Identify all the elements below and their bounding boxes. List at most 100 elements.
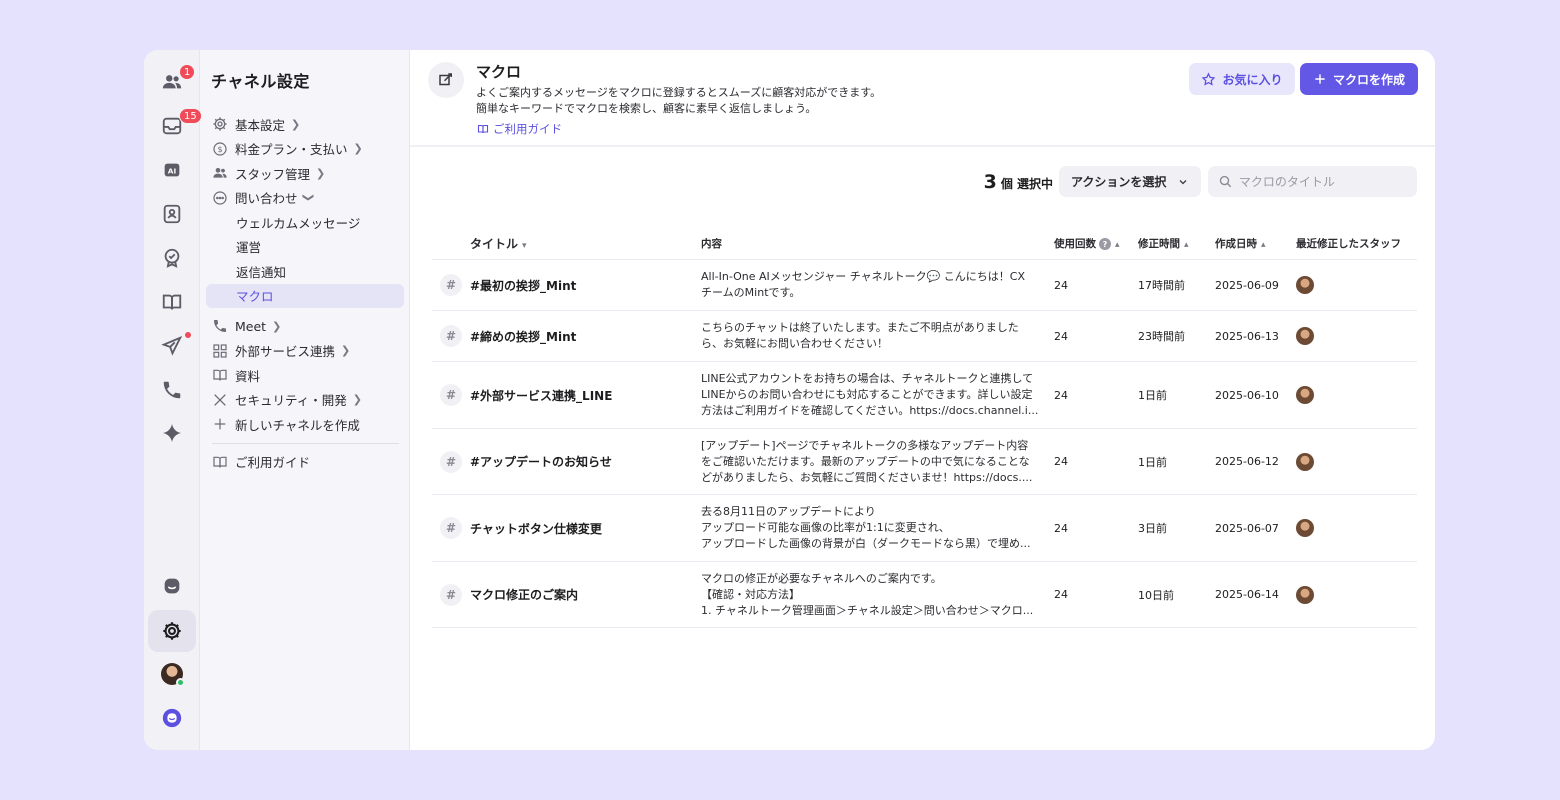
sidebar-item-welcome[interactable]: ウェルカムメッセージ	[206, 210, 404, 235]
search-input[interactable]	[1238, 174, 1407, 189]
sidebar-item-resources[interactable]: 資料	[206, 363, 404, 388]
sparkle-icon	[162, 423, 182, 443]
users-icon	[211, 165, 228, 182]
help-icon[interactable]: ?	[1099, 238, 1111, 250]
hash-icon: #	[440, 274, 462, 296]
table-row[interactable]: # マクロ修正のご案内 マクロの修正が必要なチャネルへのご案内です。 【確認・対応…	[432, 562, 1417, 628]
macro-modified: 10日前	[1138, 588, 1174, 602]
staff-avatar	[1296, 276, 1314, 294]
sidebar-item-operation[interactable]: 運営	[206, 235, 404, 260]
column-header-content: 内容	[701, 236, 1054, 252]
macro-modified: 1日前	[1138, 455, 1167, 469]
chevron-right-icon: ❯	[352, 393, 362, 407]
sidebar-item-meet[interactable]: Meet ❯	[206, 314, 404, 339]
content-line: アップロード可能な画像の比率が1:1に変更され、	[701, 521, 950, 534]
hash-cell: #	[432, 325, 470, 347]
macro-content: マクロの修正が必要なチャネルへのご案内です。 【確認・対応方法】 1. チャネルトー…	[701, 571, 1054, 619]
tools-icon	[211, 391, 228, 408]
svg-text:AI: AI	[168, 167, 177, 176]
sidebar-item-inquiry[interactable]: 問い合わせ ❯	[206, 186, 404, 211]
sidebar-item-label: 資料	[235, 368, 261, 384]
rail-settings-button[interactable]	[148, 610, 196, 652]
macro-content: [アップデート]ページでチャネルトークの多様なアップデート内容 をご確認いただけま…	[701, 438, 1054, 486]
sidebar-item-integrations[interactable]: 外部サービス連携 ❯	[206, 339, 404, 364]
plus-icon	[1315, 74, 1325, 84]
icon-rail: 1 15 AI	[144, 50, 202, 750]
rail-inbox-button[interactable]: 15	[148, 106, 202, 146]
sidebar-item-label: スタッフ管理	[235, 166, 311, 182]
sidebar-item-label: 新しいチャネルを作成	[235, 417, 360, 433]
table-row[interactable]: # #締めの挨拶_Mint こちらのチャットは終了いたします。またご不明点があり…	[432, 311, 1417, 362]
content-line: どがありましたら、お気軽にご質問くださいませ！https://docs....	[701, 470, 1033, 484]
table-row[interactable]: # #アップデートのお知らせ [アップデート]ページでチャネルトークの多様なアッ…	[432, 429, 1417, 495]
macro-created: 2025-06-12	[1215, 455, 1279, 468]
content-line: をご確認いただけます。最新のアップデートの中で気になることな	[701, 454, 1030, 468]
sidebar-item-billing[interactable]: $ 料金プラン・支払い ❯	[206, 137, 404, 162]
macro-uses: 24	[1054, 388, 1068, 402]
sidebar-item-guide[interactable]: ご利用ガイド	[206, 450, 404, 475]
content-line: LINEからのお問い合わせにも対応することができます。詳しい設定	[701, 388, 1033, 401]
guide-link[interactable]: ご利用ガイド	[477, 121, 562, 137]
rail-users-button[interactable]: 1	[148, 62, 196, 102]
sidebar-item-macro[interactable]: マクロ	[206, 283, 404, 308]
macro-created: 2025-06-14	[1215, 588, 1279, 601]
sidebar-item-label: Meet	[235, 318, 267, 334]
hash-icon: #	[440, 325, 462, 347]
selection-suffix: 個 選択中	[1000, 176, 1053, 191]
gear-icon	[211, 116, 228, 133]
favorite-button[interactable]: お気に入り	[1189, 63, 1295, 95]
book-icon	[477, 124, 489, 134]
column-header-staff: 最近修正したスタッフ	[1296, 236, 1417, 251]
content-line: LINE公式アカウントをお持ちの場合は、チャネルトークと連携して	[701, 372, 1034, 385]
chevron-down-icon: ❯	[301, 193, 315, 203]
column-label: 作成日時	[1215, 238, 1257, 250]
sidebar-item-new-channel[interactable]: 新しいチャネルを作成	[206, 412, 404, 437]
selection-count: 3 個 選択中	[984, 171, 1053, 193]
sidebar-item-security[interactable]: セキュリティ・開発 ❯	[206, 388, 404, 413]
column-header-uses[interactable]: 使用回数? ▴	[1054, 236, 1138, 251]
rail-workflow-button[interactable]	[148, 238, 196, 278]
rail-docs-button[interactable]	[148, 282, 196, 322]
macro-created: 2025-06-09	[1215, 278, 1279, 292]
macro-created: 2025-06-10	[1215, 388, 1279, 402]
macro-modified: 17時間前	[1138, 279, 1185, 292]
app-window: 1 15 AI チャネル設定 基本設定 ❯ $ 料金プラン・支払い ❯ スタッフ…	[144, 50, 1435, 750]
svg-text:$: $	[217, 145, 222, 154]
staff-cell	[1296, 386, 1417, 404]
rail-campaign-button[interactable]	[148, 326, 196, 366]
content-line: ら、お気軽にお問い合わせください！	[701, 337, 888, 350]
rail-channel-button[interactable]	[148, 698, 196, 738]
macro-title: マクロ修正のご案内	[470, 588, 579, 602]
macro-uses: 24	[1054, 521, 1068, 535]
sidebar-item-label: 問い合わせ	[235, 191, 298, 207]
rail-contacts-button[interactable]	[148, 194, 196, 234]
column-header-modified[interactable]: 修正時間 ▴	[1138, 236, 1215, 251]
rail-call-button[interactable]	[148, 370, 196, 410]
sidebar-title: チャネル設定	[211, 72, 310, 91]
staff-avatar	[1296, 386, 1314, 404]
content-line: 去る8月11日のアップデートにより	[701, 505, 876, 518]
macro-modified: 23時間前	[1138, 330, 1185, 343]
create-macro-button[interactable]: マクロを作成	[1300, 63, 1418, 95]
column-header-created[interactable]: 作成日時 ▴	[1215, 236, 1296, 251]
table-row[interactable]: # #外部サービス連携_LINE LINE公式アカウントをお持ちの場合は、チャネ…	[432, 362, 1417, 429]
table-row[interactable]: # チャットボタン仕様変更 去る8月11日のアップデートにより アップロード可能な…	[432, 495, 1417, 562]
sidebar-item-basic[interactable]: 基本設定 ❯	[206, 112, 404, 137]
sidebar-item-reply-notify[interactable]: 返信通知	[206, 259, 404, 284]
selection-number: 3	[983, 170, 997, 193]
rail-sparkle-button[interactable]	[148, 413, 196, 453]
column-label: 最近修正したスタッフ	[1296, 238, 1401, 250]
inbox-badge: 15	[179, 108, 202, 124]
action-dropdown-label: アクションを選択	[1071, 175, 1167, 189]
staff-cell	[1296, 519, 1417, 537]
macro-table: タイトル ▾ 内容 使用回数? ▴ 修正時間 ▴ 作成日時 ▴ 最近修正したスタッフ #…	[432, 228, 1417, 628]
column-header-title[interactable]: タイトル ▾	[470, 235, 701, 252]
table-row[interactable]: # #最初の挨拶_Mint All-In-One AIメッセンジャー チャネルト…	[432, 260, 1417, 311]
action-dropdown[interactable]: アクションを選択	[1059, 166, 1201, 197]
sidebar-item-label: ウェルカムメッセージ	[236, 215, 361, 231]
rail-profile-button[interactable]	[148, 654, 196, 694]
rail-messenger-button[interactable]	[148, 566, 196, 606]
sidebar-item-staff[interactable]: スタッフ管理 ❯	[206, 161, 404, 186]
chevron-down-icon	[1179, 179, 1187, 184]
rail-ai-button[interactable]: AI	[148, 150, 196, 190]
